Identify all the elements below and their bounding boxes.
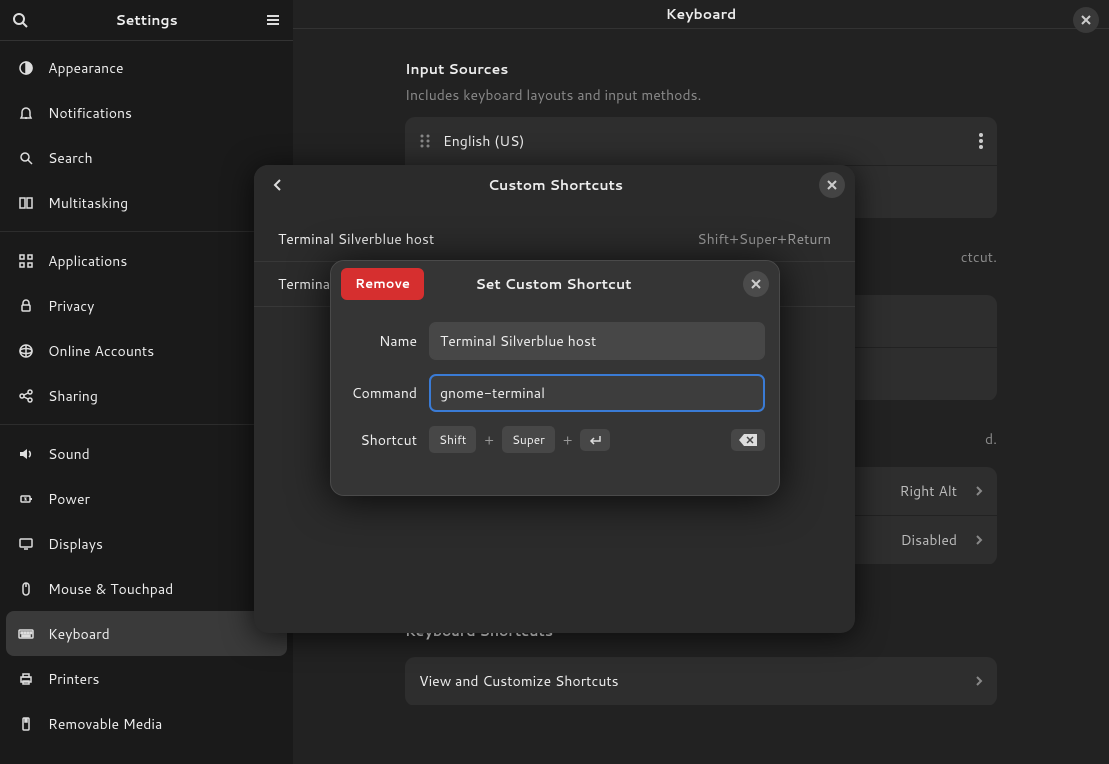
dialog-close-button[interactable]	[819, 172, 845, 198]
sidebar-item-label: Notifications	[48, 103, 132, 123]
chevron-right-icon	[975, 675, 983, 687]
main-title: Keyboard	[666, 4, 737, 24]
sidebar-item-removable-media[interactable]: Removable Media	[6, 701, 287, 746]
search-icon	[18, 150, 34, 166]
hamburger-menu-icon[interactable]	[265, 12, 281, 28]
sound-icon	[18, 446, 34, 462]
notifications-icon	[18, 105, 34, 121]
sidebar-item-label: Online Accounts	[48, 341, 154, 361]
input-sources-desc: Includes keyboard layouts and input meth…	[405, 85, 997, 105]
sidebar-item-printers[interactable]: Printers	[6, 656, 287, 701]
inner-dialog-header: Remove Set Custom Shortcut	[331, 261, 779, 306]
shortcut-row: Shortcut Shift + Super +	[345, 426, 765, 453]
sidebar-list: Appearance Notifications Search Multitaskin…	[0, 41, 293, 764]
multitasking-icon	[18, 195, 34, 211]
shortcuts-rows: View and Customize Shortcuts	[405, 657, 997, 706]
sidebar-item-privacy[interactable]: Privacy	[6, 283, 287, 328]
close-panel-button[interactable]	[1073, 7, 1099, 33]
dialog-title: Custom Shortcuts	[292, 175, 819, 195]
key-return-icon	[580, 429, 610, 451]
sharing-icon	[18, 388, 34, 404]
key-plus: +	[484, 430, 494, 450]
sidebar-item-label: Removable Media	[48, 714, 162, 734]
mouse-icon	[18, 581, 34, 597]
sidebar-item-power[interactable]: Power	[6, 476, 287, 521]
dialog-header: Custom Shortcuts	[254, 165, 855, 205]
inner-dialog-close-button[interactable]	[743, 271, 769, 297]
clear-shortcut-button[interactable]	[731, 429, 765, 451]
appearance-icon	[18, 60, 34, 76]
back-button[interactable]	[264, 171, 292, 199]
name-label: Name	[345, 331, 417, 351]
privacy-icon	[18, 298, 34, 314]
view-shortcuts-label: View and Customize Shortcuts	[419, 671, 963, 691]
sidebar-item-label: Keyboard	[48, 624, 110, 644]
sidebar-title: Settings	[28, 10, 265, 30]
power-icon	[18, 491, 34, 507]
input-source-label: English (US)	[443, 131, 967, 151]
applications-icon	[18, 253, 34, 269]
sidebar-item-label: Power	[48, 489, 90, 509]
command-row: Command	[345, 374, 765, 412]
name-input[interactable]	[429, 322, 765, 360]
sidebar-item-label: Applications	[48, 251, 127, 271]
key-super: Super	[502, 426, 555, 453]
sidebar-item-applications[interactable]: Applications	[6, 238, 287, 283]
sidebar-item-label: Printers	[48, 669, 100, 689]
sidebar-item-displays[interactable]: Displays	[6, 521, 287, 566]
keyboard-icon	[18, 626, 34, 642]
sidebar-item-notifications[interactable]: Notifications	[6, 90, 287, 135]
sidebar-item-label: Multitasking	[48, 193, 128, 213]
shortcut-display[interactable]: Shift + Super +	[429, 426, 765, 453]
printers-icon	[18, 671, 34, 687]
removable-icon	[18, 716, 34, 732]
sidebar-header: Settings	[0, 0, 293, 41]
sidebar-separator	[0, 231, 293, 232]
sidebar-item-online-accounts[interactable]: Online Accounts	[6, 328, 287, 373]
inner-dialog-body: Name Command Shortcut Shift + Super +	[331, 306, 779, 495]
more-options-icon[interactable]	[979, 133, 983, 149]
shortcut-name: Terminal Silverblue host	[278, 229, 697, 249]
name-row: Name	[345, 322, 765, 360]
key-shift: Shift	[429, 426, 476, 453]
sidebar-item-sound[interactable]: Sound	[6, 431, 287, 476]
sidebar-item-keyboard[interactable]: Keyboard	[6, 611, 287, 656]
inner-dialog-title: Set Custom Shortcut	[374, 274, 733, 294]
view-shortcuts-row[interactable]: View and Customize Shortcuts	[405, 657, 997, 705]
chevron-right-icon	[975, 534, 983, 546]
sidebar-separator	[0, 424, 293, 425]
alternate-key-value: Right Alt	[900, 481, 957, 501]
command-label: Command	[345, 383, 417, 403]
sidebar-item-label: Search	[48, 148, 93, 168]
sidebar-item-mouse-touchpad[interactable]: Mouse & Touchpad	[6, 566, 287, 611]
online-accounts-icon	[18, 343, 34, 359]
displays-icon	[18, 536, 34, 552]
sidebar-item-label: Sharing	[48, 386, 98, 406]
compose-key-value: Disabled	[901, 530, 957, 550]
input-sources-heading: Input Sources	[405, 59, 997, 79]
settings-sidebar: Settings Appearance Notifications Search Mu…	[0, 0, 293, 764]
input-source-row[interactable]: English (US)	[405, 117, 997, 165]
shortcut-keys: Shift+Super+Return	[697, 229, 831, 249]
sidebar-item-appearance[interactable]: Appearance	[6, 45, 287, 90]
key-plus: +	[563, 430, 573, 450]
main-header: Keyboard	[293, 0, 1109, 29]
chevron-right-icon	[975, 485, 983, 497]
command-input[interactable]	[429, 374, 765, 412]
shortcut-label: Shortcut	[345, 430, 417, 450]
set-custom-shortcut-dialog: Remove Set Custom Shortcut Name Command …	[330, 260, 780, 496]
sidebar-item-label: Displays	[48, 534, 103, 554]
sidebar-item-label: Mouse & Touchpad	[48, 579, 173, 599]
sidebar-item-label: Appearance	[48, 58, 124, 78]
sidebar-item-label: Sound	[48, 444, 90, 464]
sidebar-item-sharing[interactable]: Sharing	[6, 373, 287, 418]
search-icon[interactable]	[12, 12, 28, 28]
drag-handle-icon[interactable]	[419, 133, 431, 149]
sidebar-item-multitasking[interactable]: Multitasking	[6, 180, 287, 225]
custom-shortcut-row[interactable]: Terminal Silverblue host Shift+Super+Ret…	[254, 217, 855, 262]
sidebar-item-label: Privacy	[48, 296, 94, 316]
sidebar-item-search[interactable]: Search	[6, 135, 287, 180]
